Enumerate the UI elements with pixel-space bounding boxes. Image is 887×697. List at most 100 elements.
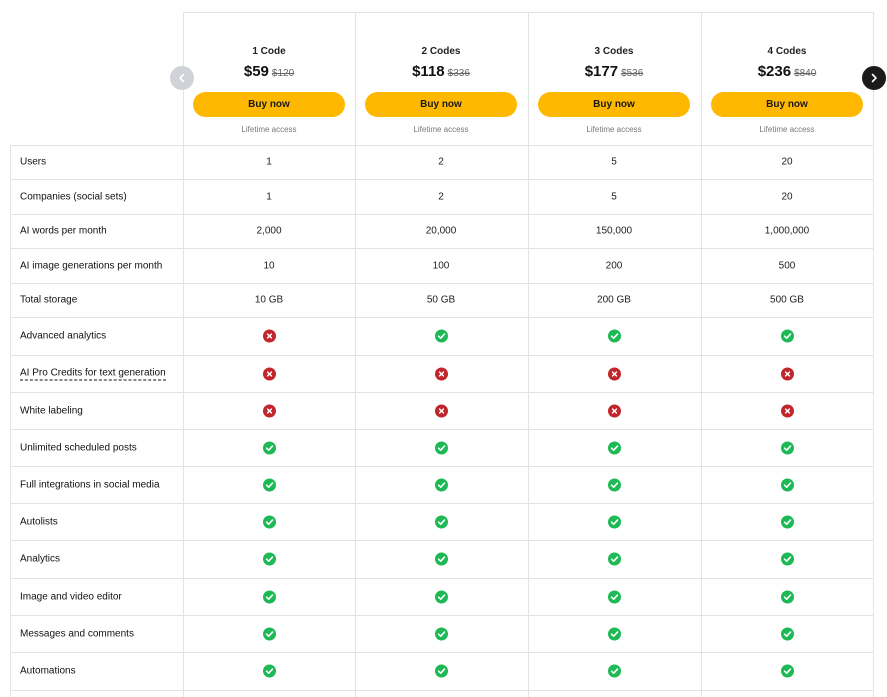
feature-cell — [528, 367, 700, 380]
feature-cell — [355, 590, 527, 603]
feature-cell — [528, 552, 700, 566]
check-icon — [434, 664, 448, 678]
cross-icon — [607, 404, 621, 417]
check-icon — [262, 478, 276, 491]
plan-price: $118 $336 — [355, 63, 527, 80]
feature-value: 5 — [611, 191, 617, 202]
feature-cell — [355, 441, 527, 454]
feature-label: Messages and comments — [20, 628, 134, 639]
row-divider — [10, 578, 873, 579]
row-divider — [10, 317, 873, 318]
row-divider — [10, 179, 873, 180]
check-icon — [262, 441, 276, 454]
feature-cell — [528, 329, 700, 343]
feature-cell — [355, 367, 527, 380]
current-price: $118 — [412, 63, 445, 80]
check-icon — [607, 552, 621, 566]
row-divider — [10, 355, 873, 356]
check-icon — [434, 590, 448, 603]
feature-value: 500 GB — [770, 294, 804, 306]
feature-cell — [528, 627, 700, 640]
plan-name: 2 Codes — [421, 46, 461, 57]
check-icon — [434, 329, 448, 343]
feature-cell — [183, 552, 355, 566]
feature-value: 20,000 — [425, 225, 457, 237]
feature-label: White labeling — [20, 405, 83, 416]
feature-cell — [183, 441, 355, 454]
check-icon — [434, 552, 448, 566]
feature-cell — [528, 664, 700, 678]
feature-cell — [183, 367, 355, 380]
feature-cell — [701, 515, 873, 528]
feature-value: 1 — [266, 191, 272, 202]
feature-cell — [701, 329, 873, 343]
row-divider — [10, 690, 873, 691]
buy-now-button[interactable]: Buy now — [538, 92, 690, 117]
feature-value: 50 GB — [426, 294, 456, 306]
feature-value: 200 — [605, 260, 623, 271]
feature-label[interactable]: AI Pro Credits for text generation — [20, 367, 166, 380]
feature-value: 1,000,000 — [764, 225, 810, 237]
check-icon — [262, 590, 276, 603]
check-icon — [434, 441, 448, 454]
buy-now-button[interactable]: Buy now — [711, 92, 863, 117]
feature-cell — [355, 664, 527, 678]
feature-value: 10 GB — [254, 294, 284, 306]
lifetime-access-note: Lifetime access — [586, 125, 642, 134]
feature-cell — [528, 478, 700, 491]
check-icon — [607, 664, 621, 678]
check-icon — [434, 627, 448, 640]
cross-icon — [262, 404, 276, 417]
original-price: $840 — [794, 68, 817, 79]
plan-price: $59 $120 — [183, 63, 355, 80]
row-divider — [10, 503, 873, 504]
feature-cell — [355, 627, 527, 640]
feature-cell — [355, 478, 527, 491]
original-price: $536 — [621, 68, 644, 79]
feature-cell — [701, 664, 873, 678]
feature-cell — [528, 441, 700, 454]
buy-now-button[interactable]: Buy now — [193, 92, 345, 117]
check-icon — [607, 627, 621, 640]
carousel-next-button[interactable] — [862, 66, 886, 90]
plan-name: 3 Codes — [594, 46, 634, 57]
buy-now-button[interactable]: Buy now — [365, 92, 517, 117]
feature-value: 2 — [438, 191, 444, 202]
feature-cell — [183, 515, 355, 528]
feature-cell — [701, 367, 873, 380]
current-price: $59 — [243, 63, 269, 80]
check-icon — [607, 590, 621, 603]
feature-label: AI image generations per month — [20, 260, 163, 271]
feature-cell — [701, 478, 873, 491]
feature-label: Full integrations in social media — [20, 479, 160, 490]
cross-icon — [434, 404, 448, 417]
check-icon — [780, 664, 794, 678]
lifetime-access-note: Lifetime access — [759, 125, 815, 134]
feature-cell — [701, 590, 873, 603]
carousel-prev-button[interactable] — [170, 66, 194, 90]
check-icon — [780, 441, 794, 454]
feature-cell — [701, 441, 873, 454]
feature-cell — [701, 627, 873, 640]
chevron-left-icon — [179, 73, 185, 83]
plan-name: 1 Code — [252, 46, 286, 57]
column-divider — [873, 12, 874, 697]
feature-label: Image and video editor — [20, 591, 122, 602]
feature-value: 200 GB — [597, 294, 631, 306]
feature-value: 150,000 — [595, 225, 633, 237]
feature-label: Users — [20, 156, 47, 168]
check-icon — [607, 441, 621, 454]
feature-value: 100 — [432, 260, 450, 271]
feature-label: Analytics — [20, 553, 61, 565]
header-top-line — [183, 12, 873, 13]
check-icon — [262, 627, 276, 640]
feature-label: Companies (social sets) — [20, 191, 127, 202]
plan-price: $177 $536 — [528, 63, 700, 80]
check-icon — [780, 478, 794, 491]
row-divider — [10, 214, 873, 215]
row-divider — [10, 145, 873, 146]
check-icon — [434, 478, 448, 491]
feature-label: Advanced analytics — [20, 330, 107, 342]
cross-icon — [607, 367, 621, 380]
check-icon — [607, 515, 621, 528]
